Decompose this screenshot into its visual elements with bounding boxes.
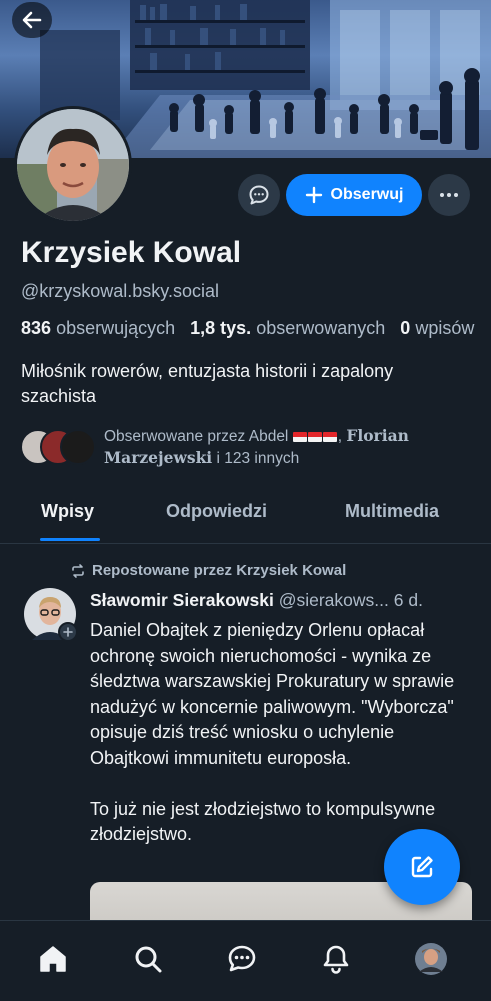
- follow-button-label: Obserwuj: [330, 186, 404, 203]
- following-count: 1,8 tys.: [190, 318, 252, 338]
- profile-handle: @krzyskowal.bsky.social: [21, 281, 219, 301]
- tab-posts[interactable]: Wpisy: [41, 501, 94, 522]
- following-stat[interactable]: 1,8 tys. obserwowanych: [190, 318, 385, 338]
- nav-chat[interactable]: [222, 939, 262, 979]
- profile-bio: Miłośnik rowerów, entuzjasta historii i …: [21, 361, 394, 406]
- profile-tabs: Wpisy Odpowiedzi Multimedia: [0, 493, 491, 544]
- active-tab-indicator: [40, 538, 100, 541]
- followed-by-avatars: [20, 429, 96, 465]
- display-name: Krzysiek Kowal: [21, 236, 242, 269]
- follow-button[interactable]: Obserwuj: [286, 174, 422, 216]
- follower-avatar: [60, 429, 96, 465]
- posts-label: wpisów: [415, 318, 475, 338]
- search-icon: [135, 946, 162, 973]
- post-text: Daniel Obajtek z pieniędzy Orlenu opłaca…: [90, 620, 455, 844]
- profile-stats: 836 obserwujących 1,8 tys. obserwowanych…: [21, 318, 474, 339]
- bottom-navigation: [0, 920, 491, 1001]
- author-avatar-photo: [24, 588, 78, 642]
- post-author-handle[interactable]: @sierakows...: [279, 590, 389, 610]
- followers-stat[interactable]: 836 obserwujących: [21, 318, 175, 338]
- repost-icon: [72, 563, 84, 578]
- post-author-avatar[interactable]: [24, 588, 78, 642]
- profile-avatar: [415, 943, 447, 975]
- followed-by-prefix: Obserwowane przez Abdel: [104, 428, 289, 445]
- profile-avatar[interactable]: [14, 106, 132, 224]
- followed-by-suffix: i 123 innych: [216, 450, 300, 467]
- followers-count: 836: [21, 318, 52, 338]
- posts-stat: 0 wpisów: [400, 318, 474, 338]
- nav-notifications[interactable]: [316, 939, 356, 979]
- followers-label: obserwujących: [56, 318, 176, 338]
- repost-indicator[interactable]: Repostowane przez Krzysiek Kowal: [70, 562, 346, 579]
- arrow-left-icon: [22, 11, 42, 29]
- flag-icon: [292, 431, 307, 442]
- edit-icon: [411, 856, 433, 878]
- compose-button[interactable]: [384, 829, 460, 905]
- home-icon: [40, 946, 66, 972]
- bell-icon: [323, 945, 349, 974]
- repost-label: Repostowane przez Krzysiek Kowal: [92, 562, 347, 579]
- tab-media[interactable]: Multimedia: [345, 501, 439, 522]
- more-options-button[interactable]: [428, 174, 470, 216]
- message-button[interactable]: [238, 174, 280, 216]
- tab-replies[interactable]: Odpowiedzi: [166, 501, 267, 522]
- flag-icon: [307, 431, 322, 442]
- nav-home[interactable]: [33, 939, 73, 979]
- post-author-name[interactable]: Sławomir Sierakowski: [90, 590, 274, 610]
- chat-icon: [228, 945, 256, 972]
- ellipsis-icon: [440, 193, 458, 197]
- flag-icon: [322, 431, 337, 442]
- followed-by-row[interactable]: Obserwowane przez Abdel , Florian Marzej…: [20, 425, 480, 469]
- posts-count: 0: [400, 318, 411, 338]
- post-header: Sławomir Sierakowski @sierakows... 6 d.: [90, 590, 423, 611]
- nav-profile[interactable]: [411, 939, 451, 979]
- avatar-photo: [17, 109, 129, 221]
- back-button[interactable]: [12, 2, 52, 38]
- post-time: 6 d.: [393, 590, 423, 610]
- following-label: obserwowanych: [256, 318, 386, 338]
- plus-icon: [305, 186, 322, 204]
- nav-search[interactable]: [128, 939, 168, 979]
- followed-by-text: Obserwowane przez Abdel , Florian Marzej…: [104, 426, 409, 467]
- chat-bubble-icon: [249, 185, 269, 205]
